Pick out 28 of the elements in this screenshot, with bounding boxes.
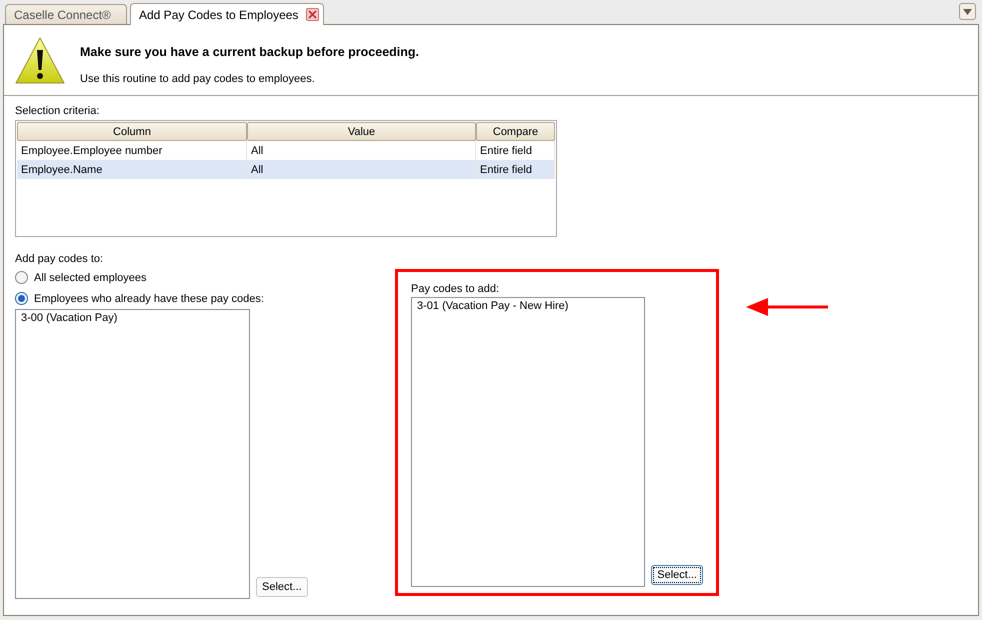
- dropdown-button[interactable]: [959, 3, 976, 20]
- column-header[interactable]: Compare: [476, 122, 555, 141]
- column-header[interactable]: Column: [17, 122, 247, 141]
- warning-title: Make sure you have a current backup before proceeding.: [80, 45, 419, 59]
- radio-label[interactable]: Employees who already have these pay codes:: [34, 292, 264, 304]
- list-item[interactable]: 3-00 (Vacation Pay): [21, 312, 244, 324]
- list-item[interactable]: 3-01 (Vacation Pay - New Hire): [417, 300, 640, 312]
- instruction-text: Use this routine to add pay codes to employees.: [80, 73, 316, 85]
- close-icon[interactable]: [306, 8, 320, 21]
- radio-button[interactable]: [15, 271, 28, 284]
- section-label: Pay codes to add:: [411, 283, 500, 295]
- table-row[interactable]: Employee.Name All Entire field: [17, 160, 555, 179]
- column-header[interactable]: Value: [247, 122, 476, 141]
- caret-icon: [963, 8, 972, 14]
- tab[interactable]: Add Pay Codes to Employees: [130, 3, 324, 25]
- table-cell: Employee.Name: [17, 160, 247, 179]
- arrow-icon: [746, 298, 828, 316]
- table-cell: All: [247, 160, 476, 179]
- radio-label[interactable]: All selected employees: [34, 272, 147, 284]
- pay-code-list[interactable]: 3-00 (Vacation Pay): [15, 309, 250, 599]
- select-button[interactable]: Select...: [651, 565, 703, 585]
- tab[interactable]: Caselle Connect®: [5, 4, 127, 24]
- pay-code-list[interactable]: 3-01 (Vacation Pay - New Hire): [411, 297, 646, 587]
- select-button[interactable]: Select...: [256, 577, 308, 597]
- radio-button[interactable]: [15, 292, 28, 305]
- section-label: Add pay codes to:: [15, 253, 104, 265]
- section-label: Selection criteria:: [15, 105, 100, 117]
- table-cell: Entire field: [476, 160, 555, 179]
